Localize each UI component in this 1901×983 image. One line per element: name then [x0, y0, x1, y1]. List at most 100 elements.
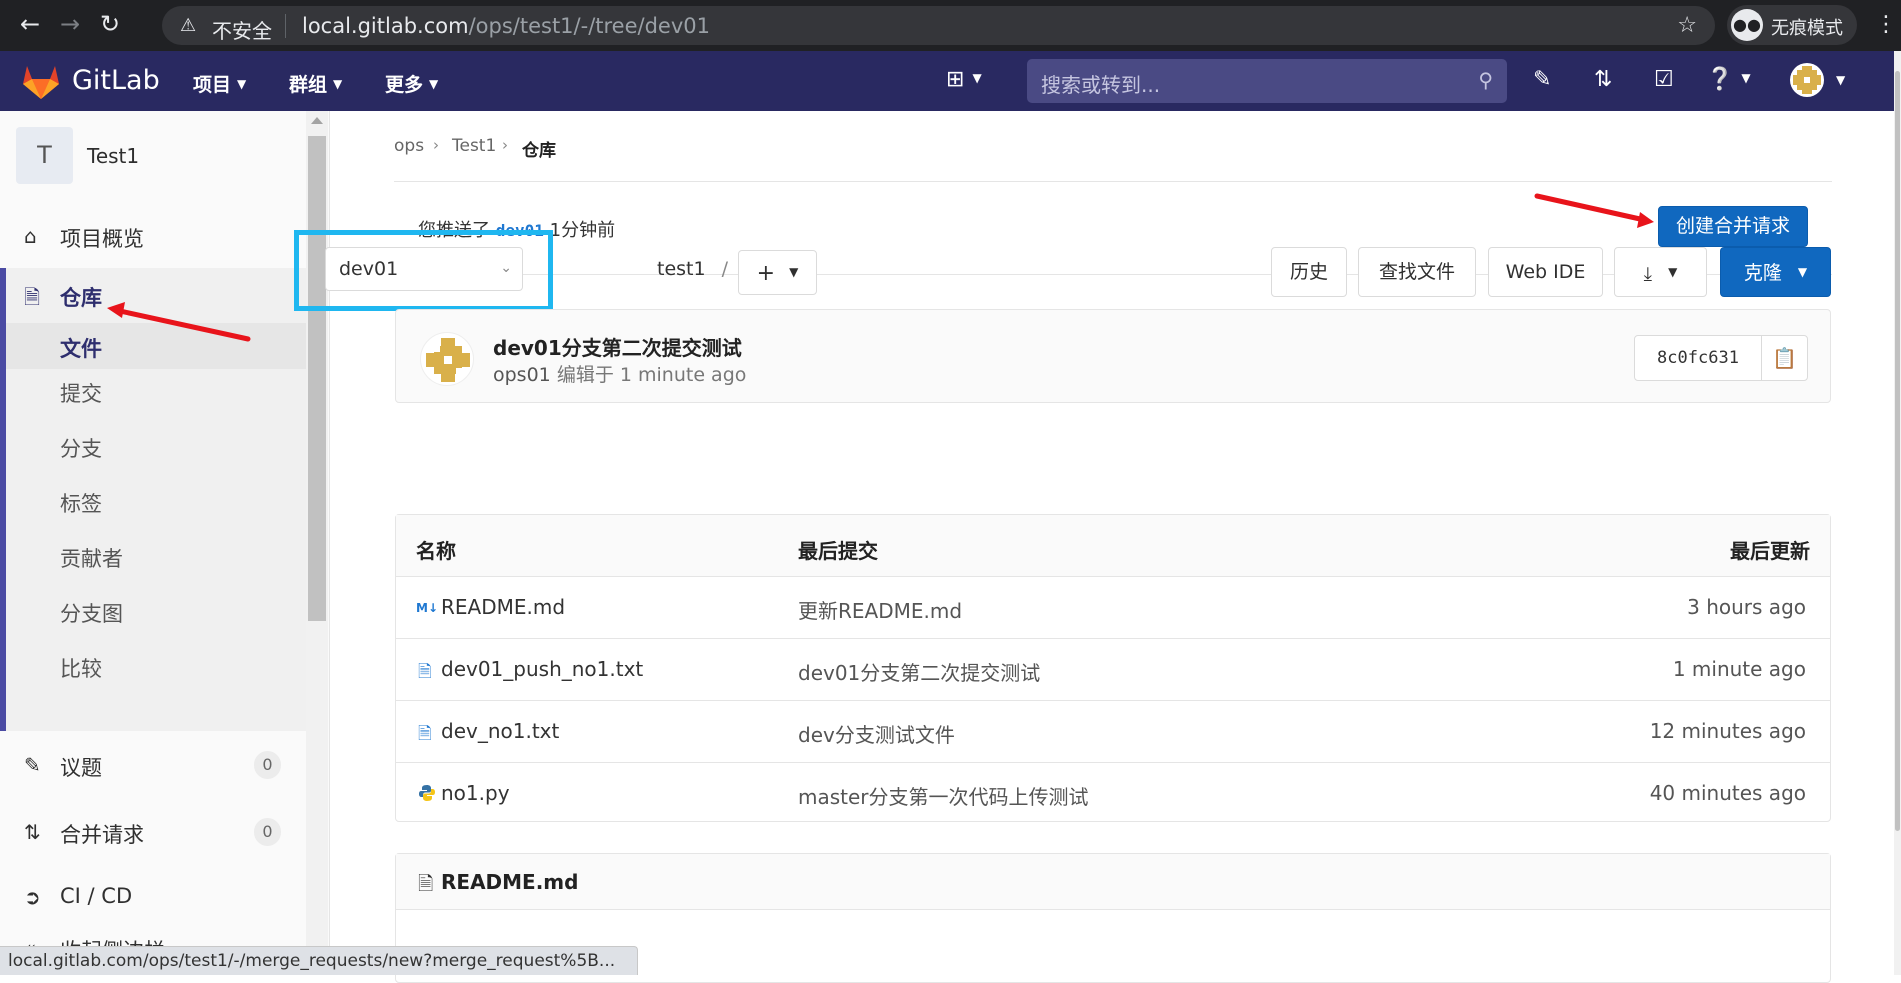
sidebar-subitem-files[interactable]: 文件 [6, 323, 306, 369]
search-input[interactable]: 搜索或转到... ⚲ [1027, 59, 1507, 103]
last-commit-panel: dev01分支第二次提交测试 ops01 编辑于 1 minute ago 8c… [395, 309, 1831, 403]
chevron-down-icon: ▼ [1741, 71, 1751, 85]
user-avatar[interactable] [1790, 63, 1824, 97]
address-bar[interactable]: ⚠ 不安全 local.gitlab.com/ops/test1/-/tree/… [162, 6, 1715, 45]
chevron-down-icon: ⌄ [500, 260, 512, 276]
chevron-down-icon[interactable]: ▼ [1836, 73, 1845, 87]
commit-sha-button[interactable]: 8c0fc631 [1634, 335, 1762, 381]
chevron-right-icon: › [502, 136, 508, 154]
menu-groups[interactable]: 群组 ▼ [289, 70, 342, 97]
updated-time: 3 hours ago [1687, 595, 1806, 619]
sidebar-subitem-graph[interactable]: 分支图 [60, 598, 123, 628]
annotation-arrows [107, 193, 1654, 342]
breadcrumb-current: 仓库 [522, 141, 556, 161]
create-merge-request-button[interactable]: 创建合并请求 [1658, 206, 1808, 247]
history-button[interactable]: 历史 [1271, 247, 1347, 297]
commit-message-link[interactable]: dev分支测试文件 [798, 719, 955, 748]
sidebar-item-issues[interactable]: ✎ 议题 0 [0, 738, 306, 793]
commit-message-link[interactable]: master分支第一次代码上传测试 [798, 781, 1089, 810]
readme-header: 🗎 README.md [396, 854, 1830, 910]
commit-author-avatar[interactable] [420, 332, 474, 386]
browser-menu-icon[interactable]: ⋮ [1875, 12, 1897, 37]
menu-projects[interactable]: 项目 ▼ [193, 70, 246, 97]
commit-message-link[interactable]: dev01分支第二次提交测试 [798, 657, 1040, 686]
updated-time: 40 minutes ago [1649, 781, 1806, 805]
avatar-identicon [1793, 66, 1821, 94]
path-separator: / [721, 258, 728, 280]
push-notice-time: 1分钟前 [549, 220, 616, 241]
sidebar-subitem-commits[interactable]: 提交 [60, 378, 102, 408]
copy-sha-button[interactable]: 📋 [1761, 335, 1808, 381]
forward-icon[interactable]: → [60, 12, 80, 36]
chevron-down-icon: ▼ [789, 265, 799, 279]
reload-icon[interactable]: ↻ [100, 12, 120, 36]
issues-icon[interactable]: ✎ [1533, 67, 1551, 92]
file-name-link[interactable]: dev01_push_no1.txt [441, 657, 643, 681]
find-file-button[interactable]: 查找文件 [1358, 247, 1476, 297]
url-text[interactable]: local.gitlab.com/ops/test1/-/tree/dev01 [302, 14, 710, 38]
updated-time: 12 minutes ago [1649, 719, 1806, 743]
warning-icon: ⚠ [180, 15, 197, 36]
new-item-button[interactable]: ⊞ ▼ [946, 67, 982, 92]
gitlab-logo-icon[interactable] [22, 64, 60, 99]
add-to-tree-button[interactable]: + ▼ [738, 250, 817, 295]
commit-title-link[interactable]: dev01分支第二次提交测试 [493, 332, 742, 361]
table-header: 名称 最后提交 最后更新 [396, 515, 1830, 577]
gitlab-brand[interactable]: GitLab [72, 65, 160, 96]
clone-button[interactable]: 克隆 ▼ [1720, 247, 1831, 297]
bookmark-star-icon[interactable]: ☆ [1677, 13, 1697, 38]
sidebar-item-merge-requests[interactable]: ⇅ 合并请求 0 [0, 805, 306, 860]
issues-count-badge: 0 [254, 751, 281, 779]
page-scrollbar[interactable] [1894, 51, 1901, 975]
python-icon [419, 785, 435, 801]
file-name-link[interactable]: no1.py [441, 781, 510, 805]
insecure-label: 不安全 [212, 19, 272, 43]
sidebar-scrollbar-thumb[interactable] [308, 136, 326, 621]
column-last-update-header: 最后更新 [1730, 539, 1810, 563]
clipboard-icon: 📋 [1772, 346, 1797, 370]
web-ide-button[interactable]: Web IDE [1488, 247, 1603, 297]
chevron-down-icon: ▼ [237, 77, 247, 91]
commit-author-link[interactable]: ops01 [493, 364, 551, 386]
readme-title[interactable]: README.md [441, 870, 578, 894]
sidebar-item-cicd[interactable]: ➲ CI / CD [0, 870, 306, 925]
branch-dropdown[interactable]: dev01 ⌄ [325, 247, 523, 291]
help-icon[interactable]: ❔ ▼ [1706, 67, 1751, 92]
scroll-up-icon[interactable] [311, 117, 323, 124]
todo-icon[interactable]: ☑ [1654, 67, 1674, 92]
divider [285, 14, 286, 38]
back-icon[interactable]: ← [20, 12, 40, 36]
breadcrumb-ops[interactable]: ops [394, 136, 424, 156]
breadcrumb-project[interactable]: Test1 [452, 136, 496, 156]
incognito-indicator[interactable]: ●● 无痕模式 [1727, 5, 1857, 45]
sidebar-item-repository[interactable]: 🗎 仓库 [0, 268, 306, 323]
sidebar-item-overview[interactable]: ⌂ 项目概览 [0, 209, 306, 264]
gitlab-navbar: GitLab 项目 ▼ 群组 ▼ 更多 ▼ ⊞ ▼ 搜索或转到... ⚲ ✎ ⇅ ☑ ❔… [0, 51, 1894, 111]
merge-request-icon[interactable]: ⇅ [1594, 67, 1612, 92]
file-name-link[interactable]: dev_no1.txt [441, 719, 559, 743]
menu-more[interactable]: 更多 ▼ [385, 70, 438, 97]
page-scrollbar-thumb[interactable] [1895, 71, 1900, 831]
download-icon: ⤓ [1643, 263, 1653, 285]
browser-toolbar: ← → ↻ ⚠ 不安全 local.gitlab.com/ops/test1/-… [0, 0, 1901, 51]
sidebar-repository-group: 🗎 仓库 文件 提交 分支 标签 贡献者 分支图 比较 [0, 268, 306, 731]
sidebar-subitem-contributors[interactable]: 贡献者 [60, 543, 123, 573]
updated-time: 1 minute ago [1672, 657, 1806, 681]
project-name[interactable]: Test1 [87, 144, 139, 168]
column-name-header: 名称 [416, 539, 456, 563]
sidebar-subitem-tags[interactable]: 标签 [60, 488, 102, 518]
avatar-identicon [426, 338, 470, 382]
sidebar-subitem-compare[interactable]: 比较 [60, 653, 102, 683]
sidebar-subitem-branches[interactable]: 分支 [60, 433, 102, 463]
incognito-icon: ●● [1731, 9, 1763, 41]
project-sidebar: T Test1 ⌂ 项目概览 🗎 仓库 文件 提交 分支 标签 贡献者 分支图 … [0, 111, 330, 975]
commit-message-link[interactable]: 更新README.md [798, 595, 962, 624]
path-root-link[interactable]: test1 / [657, 258, 728, 280]
path-root-label: test1 [657, 258, 706, 280]
download-button[interactable]: ⤓ ▼ [1614, 247, 1707, 297]
sidebar-subitem-label: 文件 [60, 337, 102, 361]
file-name-link[interactable]: README.md [441, 595, 565, 619]
search-placeholder: 搜索或转到... [1041, 73, 1161, 97]
sidebar-item-label: 项目概览 [60, 227, 144, 251]
project-avatar[interactable]: T [16, 127, 73, 184]
